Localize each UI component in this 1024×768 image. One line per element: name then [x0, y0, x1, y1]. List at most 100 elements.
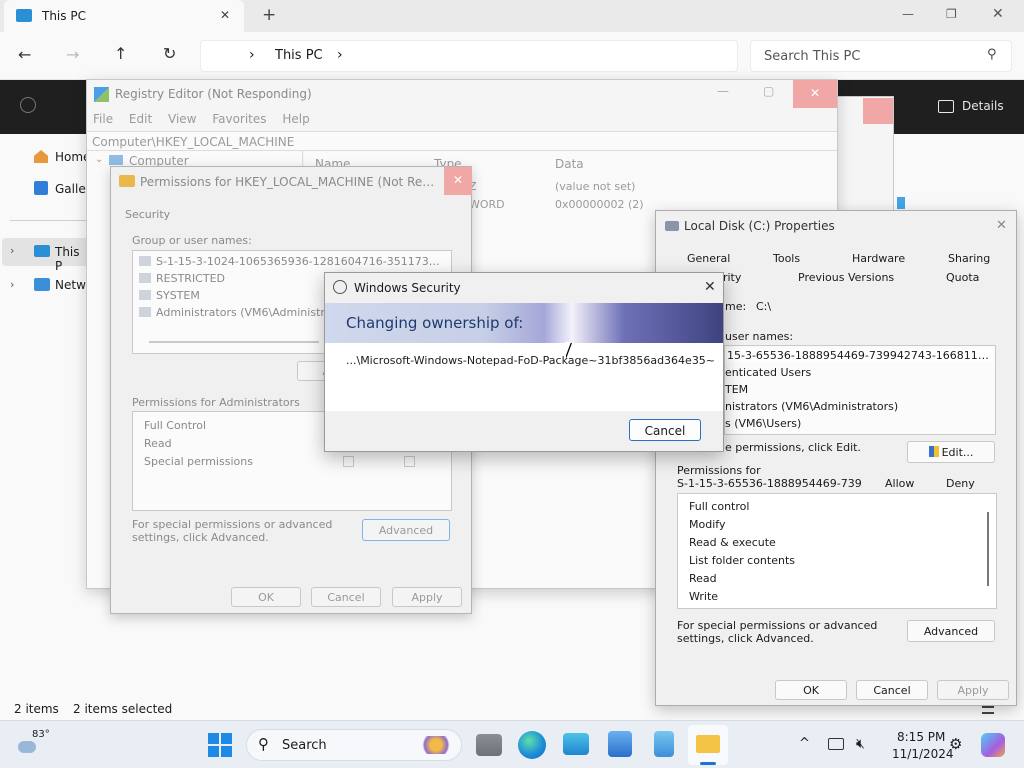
ok-button[interactable]: OK — [231, 587, 301, 607]
user-list-item[interactable]: 15-3-65536-1888954469-739942743-16681191… — [725, 349, 993, 362]
edge-icon[interactable] — [518, 731, 546, 759]
user-icon — [139, 290, 151, 300]
user-list[interactable]: 15-3-65536-1888954469-739942743-16681191… — [724, 345, 996, 435]
clock-time[interactable]: 8:15 PM — [897, 730, 945, 744]
apply-button[interactable]: Apply — [392, 587, 462, 607]
close-button[interactable]: ✕ — [996, 218, 1007, 233]
network-tray-icon[interactable] — [828, 738, 844, 750]
maximize-button[interactable]: ❐ — [946, 7, 957, 21]
tab-general[interactable]: General — [687, 252, 730, 265]
menu-help[interactable]: Help — [282, 112, 309, 126]
copilot-icon[interactable] — [981, 733, 1005, 757]
menu-file[interactable]: File — [93, 112, 113, 126]
notepad-icon[interactable] — [654, 731, 674, 757]
permission-item: Special permissions — [144, 455, 253, 468]
deny-checkbox[interactable] — [404, 456, 415, 467]
address-bar[interactable]: Computer\HKEY_LOCAL_MACHINE — [87, 131, 837, 151]
cancel-button[interactable]: Cancel — [856, 680, 928, 700]
chevron-right-icon[interactable]: › — [10, 244, 14, 257]
forward-arrow-icon[interactable]: → — [66, 45, 79, 64]
chevron-down-icon[interactable]: ⌄ — [95, 154, 103, 165]
minimize-button[interactable]: — — [717, 84, 729, 98]
nav-item-home[interactable]: Home — [30, 148, 90, 168]
explorer-address-row: ← → ↑ ↻ › This PC › Search This PC ⚲ — [0, 32, 1024, 80]
tab-close-icon[interactable]: ✕ — [220, 8, 230, 22]
back-arrow-icon[interactable]: ← — [18, 45, 31, 64]
menu-edit[interactable]: Edit — [129, 112, 152, 126]
tray-overflow-icon[interactable]: ^ — [799, 736, 810, 751]
refresh-icon[interactable]: ↻ — [163, 44, 176, 63]
address-bar[interactable]: › This PC › — [200, 40, 738, 72]
search-input[interactable]: Search This PC — [764, 49, 860, 64]
mute-tray-icon[interactable]: 🔇︎ — [856, 736, 865, 752]
windows-logo-icon — [221, 733, 232, 744]
apply-button[interactable]: Apply — [937, 680, 1009, 700]
new-icon[interactable] — [20, 97, 36, 113]
nav-item-this-pc[interactable]: › This P — [2, 238, 90, 273]
start-button[interactable] — [208, 733, 232, 757]
tab-sharing[interactable]: Sharing — [948, 252, 990, 265]
active-indicator — [700, 762, 716, 765]
taskbar: 83° ⚲ Search ^ 🔇︎ 8:15 PM 11/1/2024 ⚙ — [0, 720, 1024, 768]
column-header-data[interactable]: Data — [555, 157, 584, 171]
tab-previous-versions[interactable]: Previous Versions — [798, 271, 894, 284]
task-view-icon[interactable] — [476, 734, 502, 756]
ok-button[interactable]: OK — [775, 680, 847, 700]
user-list-item[interactable]: Administrators (VM6\Administrators) — [156, 306, 336, 319]
dialog-title: Windows Security — [354, 281, 461, 295]
tab-tools[interactable]: Tools — [773, 252, 800, 265]
close-button[interactable]: ✕ — [992, 6, 1004, 22]
home-icon — [34, 150, 48, 163]
close-button[interactable] — [863, 98, 893, 124]
menu-view[interactable]: View — [168, 112, 196, 126]
minimize-button[interactable]: — — [902, 7, 914, 21]
remote-desktop-icon[interactable] — [563, 733, 589, 755]
close-button[interactable]: ✕ — [444, 167, 472, 195]
tab-quota[interactable]: Quota — [946, 271, 979, 284]
tab-hardware[interactable]: Hardware — [852, 252, 905, 265]
nav-item-gallery[interactable]: Galler — [30, 180, 91, 200]
user-list-item[interactable]: SYSTEM — [156, 289, 200, 302]
close-button[interactable]: ✕ — [793, 80, 837, 108]
chevron-right-icon[interactable]: › — [10, 278, 14, 291]
close-button[interactable]: ✕ — [704, 279, 716, 295]
new-tab-button[interactable]: + — [262, 5, 276, 25]
advanced-button[interactable]: Advanced — [362, 519, 450, 541]
up-arrow-icon[interactable]: ↑ — [114, 44, 127, 63]
nav-item-network[interactable]: › Netwo — [2, 274, 93, 298]
tab-security[interactable]: Security — [125, 208, 170, 221]
advanced-button[interactable]: Advanced — [907, 620, 995, 642]
advanced-button-label: Advanced — [923, 625, 979, 638]
explorer-tab[interactable]: This PC ✕ — [4, 0, 244, 32]
maximize-button[interactable]: ▢ — [763, 84, 774, 98]
cancel-button[interactable]: Cancel — [629, 419, 701, 441]
breadcrumb-sep[interactable]: › — [337, 47, 343, 63]
file-explorer-taskbar-button[interactable] — [688, 725, 728, 765]
menu-favorites[interactable]: Favorites — [212, 112, 266, 126]
details-pane-icon[interactable] — [938, 100, 954, 113]
edit-button[interactable]: Edit... — [907, 441, 995, 463]
clock-date[interactable]: 11/1/2024 — [892, 747, 954, 761]
user-list-item[interactable]: TEM — [725, 383, 748, 396]
notification-gear-icon[interactable]: ⚙ — [949, 735, 962, 753]
cancel-button[interactable]: Cancel — [311, 587, 381, 607]
user-list-item[interactable]: enticated Users — [725, 366, 811, 379]
user-list-item[interactable]: nistrators (VM6\Administrators) — [725, 400, 898, 413]
user-list-item[interactable]: s (VM6\Users) — [725, 417, 801, 430]
this-pc-icon — [34, 245, 50, 257]
user-list-item[interactable]: RESTRICTED — [156, 272, 225, 285]
user-list-item[interactable]: S-1-15-3-1024-1065365936-1281604716-3511… — [156, 255, 446, 268]
search-box[interactable]: Search This PC ⚲ — [750, 40, 1012, 72]
apply-button-label: Apply — [411, 591, 443, 604]
details-label[interactable]: Details — [962, 99, 1004, 113]
breadcrumb-this-pc[interactable]: This PC — [275, 48, 323, 63]
taskbar-search[interactable]: ⚲ Search — [246, 729, 462, 761]
settings-app-icon[interactable] — [608, 731, 632, 757]
vertical-scrollbar[interactable] — [987, 512, 989, 586]
details-view-icon[interactable] — [982, 706, 994, 714]
horizontal-scrollbar[interactable] — [149, 341, 319, 343]
dialog-body: ...\Microsoft-Windows-Notepad-FoD-Packag… — [325, 343, 723, 411]
permissions-for-sid: S-1-15-3-65536-1888954469-739 — [677, 477, 862, 490]
allow-checkbox[interactable] — [343, 456, 354, 467]
weather-widget[interactable]: 83° — [16, 727, 56, 763]
